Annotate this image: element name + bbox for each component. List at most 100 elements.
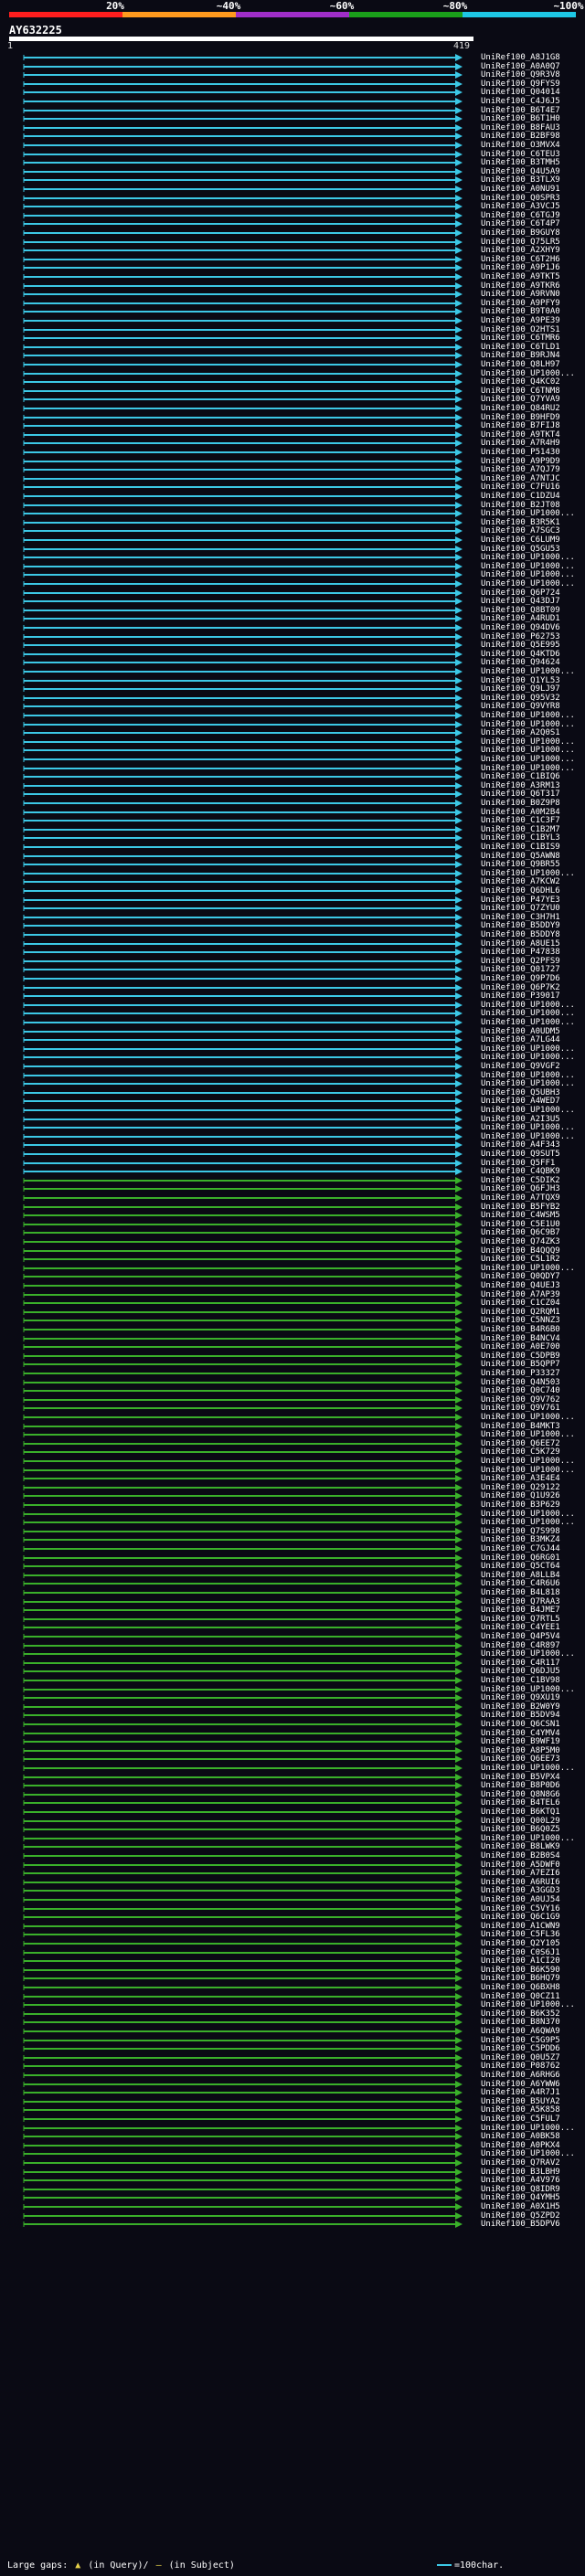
hit-label[interactable]: UniRef100_B4TEL6 xyxy=(481,1798,583,1807)
hit-label[interactable]: UniRef100_B6HQ79 xyxy=(481,1974,583,1983)
hit-label[interactable]: UniRef100_A6RUI6 xyxy=(481,1878,583,1887)
hit-label[interactable]: UniRef100_P47838 xyxy=(481,948,583,957)
hit-label[interactable]: UniRef100_UP1000... xyxy=(481,764,583,773)
hit-label[interactable]: UniRef100_A7EZI6 xyxy=(481,1869,583,1878)
hit-label[interactable]: UniRef100_A0NU91 xyxy=(481,185,583,194)
hit-label[interactable]: UniRef100_A9TKR6 xyxy=(481,281,583,291)
hit-label[interactable]: UniRef100_UP1000... xyxy=(481,1009,583,1018)
hit-label[interactable]: UniRef100_B6K590 xyxy=(481,1966,583,1975)
hit-label[interactable]: UniRef100_UP1000... xyxy=(481,553,583,562)
hit-label[interactable]: UniRef100_Q1U926 xyxy=(481,1491,583,1500)
hit-label[interactable]: UniRef100_A0E700 xyxy=(481,1342,583,1352)
hit-label[interactable]: UniRef100_A7TQX9 xyxy=(481,1193,583,1203)
hit-label[interactable]: UniRef100_C6TNM8 xyxy=(481,387,583,396)
hit-label[interactable]: UniRef100_Q9V762 xyxy=(481,1395,583,1405)
hit-label[interactable]: UniRef100_C4J6J5 xyxy=(481,97,583,106)
hit-label[interactable]: UniRef100_B9RJN4 xyxy=(481,351,583,360)
hit-label[interactable]: UniRef100_A6YWW6 xyxy=(481,2080,583,2089)
hit-label[interactable]: UniRef100_UP1000... xyxy=(481,570,583,579)
hit-label[interactable]: UniRef100_P39017 xyxy=(481,991,583,1001)
hit-label[interactable]: UniRef100_C6TEU3 xyxy=(481,150,583,159)
hit-label[interactable]: UniRef100_C5VY16 xyxy=(481,1904,583,1913)
hit-label[interactable]: UniRef100_A7R4H9 xyxy=(481,439,583,448)
hit-label[interactable]: UniRef100_C1BYL3 xyxy=(481,833,583,843)
hit-label[interactable]: UniRef100_A4F343 xyxy=(481,1140,583,1150)
hit-label[interactable]: UniRef100_A3GGD3 xyxy=(481,1886,583,1895)
hit-label[interactable]: UniRef100_Q6BXH8 xyxy=(481,1983,583,1992)
hit-label[interactable]: UniRef100_Q5CT64 xyxy=(481,1562,583,1571)
hit-label[interactable]: UniRef100_C1DZU4 xyxy=(481,492,583,501)
hit-label[interactable]: UniRef100_B9GUY8 xyxy=(481,228,583,238)
hit-label[interactable]: UniRef100_C5DIK2 xyxy=(481,1176,583,1185)
hit-label[interactable]: UniRef100_A0M2B4 xyxy=(481,808,583,817)
hit-label[interactable]: UniRef100_UP1000... xyxy=(481,369,583,378)
hit-label[interactable]: UniRef100_A7NTJC xyxy=(481,474,583,483)
hit-label[interactable]: UniRef100_B6T4E7 xyxy=(481,106,583,115)
hit-label[interactable]: UniRef100_UP1000... xyxy=(481,579,583,588)
hit-label[interactable]: UniRef100_Q6EE73 xyxy=(481,1754,583,1764)
hit-label[interactable]: UniRef100_C5E1U0 xyxy=(481,1220,583,1229)
hit-label[interactable]: UniRef100_B4NCV4 xyxy=(481,1334,583,1343)
hit-label[interactable]: UniRef100_UP1000... xyxy=(481,1466,583,1475)
hit-label[interactable]: UniRef100_A3VCJ5 xyxy=(481,202,583,211)
hit-label[interactable]: UniRef100_UP1000... xyxy=(481,1018,583,1027)
hit-label[interactable]: UniRef100_A2Q0S1 xyxy=(481,728,583,737)
hit-label[interactable]: UniRef100_UP1000... xyxy=(481,1001,583,1010)
hit-label[interactable]: UniRef100_B4JME7 xyxy=(481,1606,583,1615)
hit-label[interactable]: UniRef100_C4YEE1 xyxy=(481,1623,583,1632)
hit-label[interactable]: UniRef100_UP1000... xyxy=(481,720,583,729)
hit-label[interactable]: UniRef100_A9P9D9 xyxy=(481,457,583,466)
hit-label[interactable]: UniRef100_C4R897 xyxy=(481,1641,583,1650)
hit-label[interactable]: UniRef100_B8LWK9 xyxy=(481,1842,583,1851)
hit-label[interactable]: UniRef100_A2XHY9 xyxy=(481,246,583,255)
hit-label[interactable]: UniRef100_B5DDY9 xyxy=(481,921,583,930)
hit-label[interactable]: UniRef100_Q9VGF2 xyxy=(481,1062,583,1071)
hit-label[interactable]: UniRef100_Q6DJU5 xyxy=(481,1667,583,1676)
hit-label[interactable]: UniRef100_B5DPV6 xyxy=(481,2220,583,2229)
hit-label[interactable]: UniRef100_UP1000... xyxy=(481,737,583,747)
hit-label[interactable]: UniRef100_B3P629 xyxy=(481,1500,583,1510)
hit-label[interactable]: UniRef100_C6TGJ9 xyxy=(481,211,583,220)
hit-label[interactable]: UniRef100_UP1000... xyxy=(481,1132,583,1141)
hit-label[interactable]: UniRef100_C1C3F7 xyxy=(481,816,583,825)
hit-label[interactable]: UniRef100_P62753 xyxy=(481,632,583,641)
hit-label[interactable]: UniRef100_Q01727 xyxy=(481,965,583,974)
hit-label[interactable]: UniRef100_A3RM13 xyxy=(481,781,583,790)
hit-label[interactable]: UniRef100_Q94DV6 xyxy=(481,623,583,632)
hit-label[interactable]: UniRef100_A4WED7 xyxy=(481,1097,583,1106)
hit-label[interactable]: UniRef100_Q5AWN8 xyxy=(481,852,583,861)
hit-label[interactable]: UniRef100_Q9LJ97 xyxy=(481,684,583,694)
hit-label[interactable]: UniRef100_A3E4E4 xyxy=(481,1474,583,1483)
hit-label[interactable]: UniRef100_A8LLB4 xyxy=(481,1571,583,1580)
hit-label[interactable]: UniRef100_C1BIQ6 xyxy=(481,772,583,781)
hit-label[interactable]: UniRef100_UP1000... xyxy=(481,746,583,755)
hit-label[interactable]: UniRef100_B9HFD9 xyxy=(481,413,583,422)
hit-label[interactable]: UniRef100_Q9BR55 xyxy=(481,860,583,869)
hit-label[interactable]: UniRef100_A1CWN9 xyxy=(481,1922,583,1931)
hit-label[interactable]: UniRef100_A9PE39 xyxy=(481,316,583,325)
hit-label[interactable]: UniRef100_Q74ZK3 xyxy=(481,1237,583,1246)
hit-label[interactable]: UniRef100_A0UJ54 xyxy=(481,1895,583,1904)
hit-label[interactable]: UniRef100_B6KTQ1 xyxy=(481,1807,583,1817)
hit-label[interactable]: UniRef100_Q7RTL5 xyxy=(481,1615,583,1624)
hit-label[interactable]: UniRef100_Q2PFS9 xyxy=(481,957,583,966)
hit-label[interactable]: UniRef100_Q8N8G6 xyxy=(481,1790,583,1799)
hit-label[interactable]: UniRef100_A7AP39 xyxy=(481,1290,583,1299)
hit-label[interactable]: UniRef100_Q0C740 xyxy=(481,1386,583,1395)
hit-label[interactable]: UniRef100_UP1000... xyxy=(481,1044,583,1054)
hit-label[interactable]: UniRef100_B5DV94 xyxy=(481,1711,583,1720)
hit-label[interactable]: UniRef100_UP1000... xyxy=(481,1071,583,1080)
hit-label[interactable]: UniRef100_A2I3U5 xyxy=(481,1115,583,1124)
hit-label[interactable]: UniRef100_Q4KC02 xyxy=(481,377,583,387)
hit-label[interactable]: UniRef100_UP1000... xyxy=(481,1430,583,1439)
hit-label[interactable]: UniRef100_Q5ZPD2 xyxy=(481,2211,583,2221)
hit-label[interactable]: UniRef100_UP1000... xyxy=(481,755,583,764)
hit-label[interactable]: UniRef100_Q9FYS9 xyxy=(481,80,583,89)
hit-label[interactable]: UniRef100_UP1000... xyxy=(481,1764,583,1773)
hit-label[interactable]: UniRef100_C3H7H1 xyxy=(481,913,583,922)
hit-label[interactable]: UniRef100_Q8LH97 xyxy=(481,360,583,369)
hit-label[interactable]: UniRef100_UP1000... xyxy=(481,2000,583,2009)
hit-label[interactable]: UniRef100_Q7YVA9 xyxy=(481,395,583,404)
hit-label[interactable]: UniRef100_Q6P724 xyxy=(481,588,583,598)
hit-label[interactable]: UniRef100_Q8IDR9 xyxy=(481,2185,583,2194)
